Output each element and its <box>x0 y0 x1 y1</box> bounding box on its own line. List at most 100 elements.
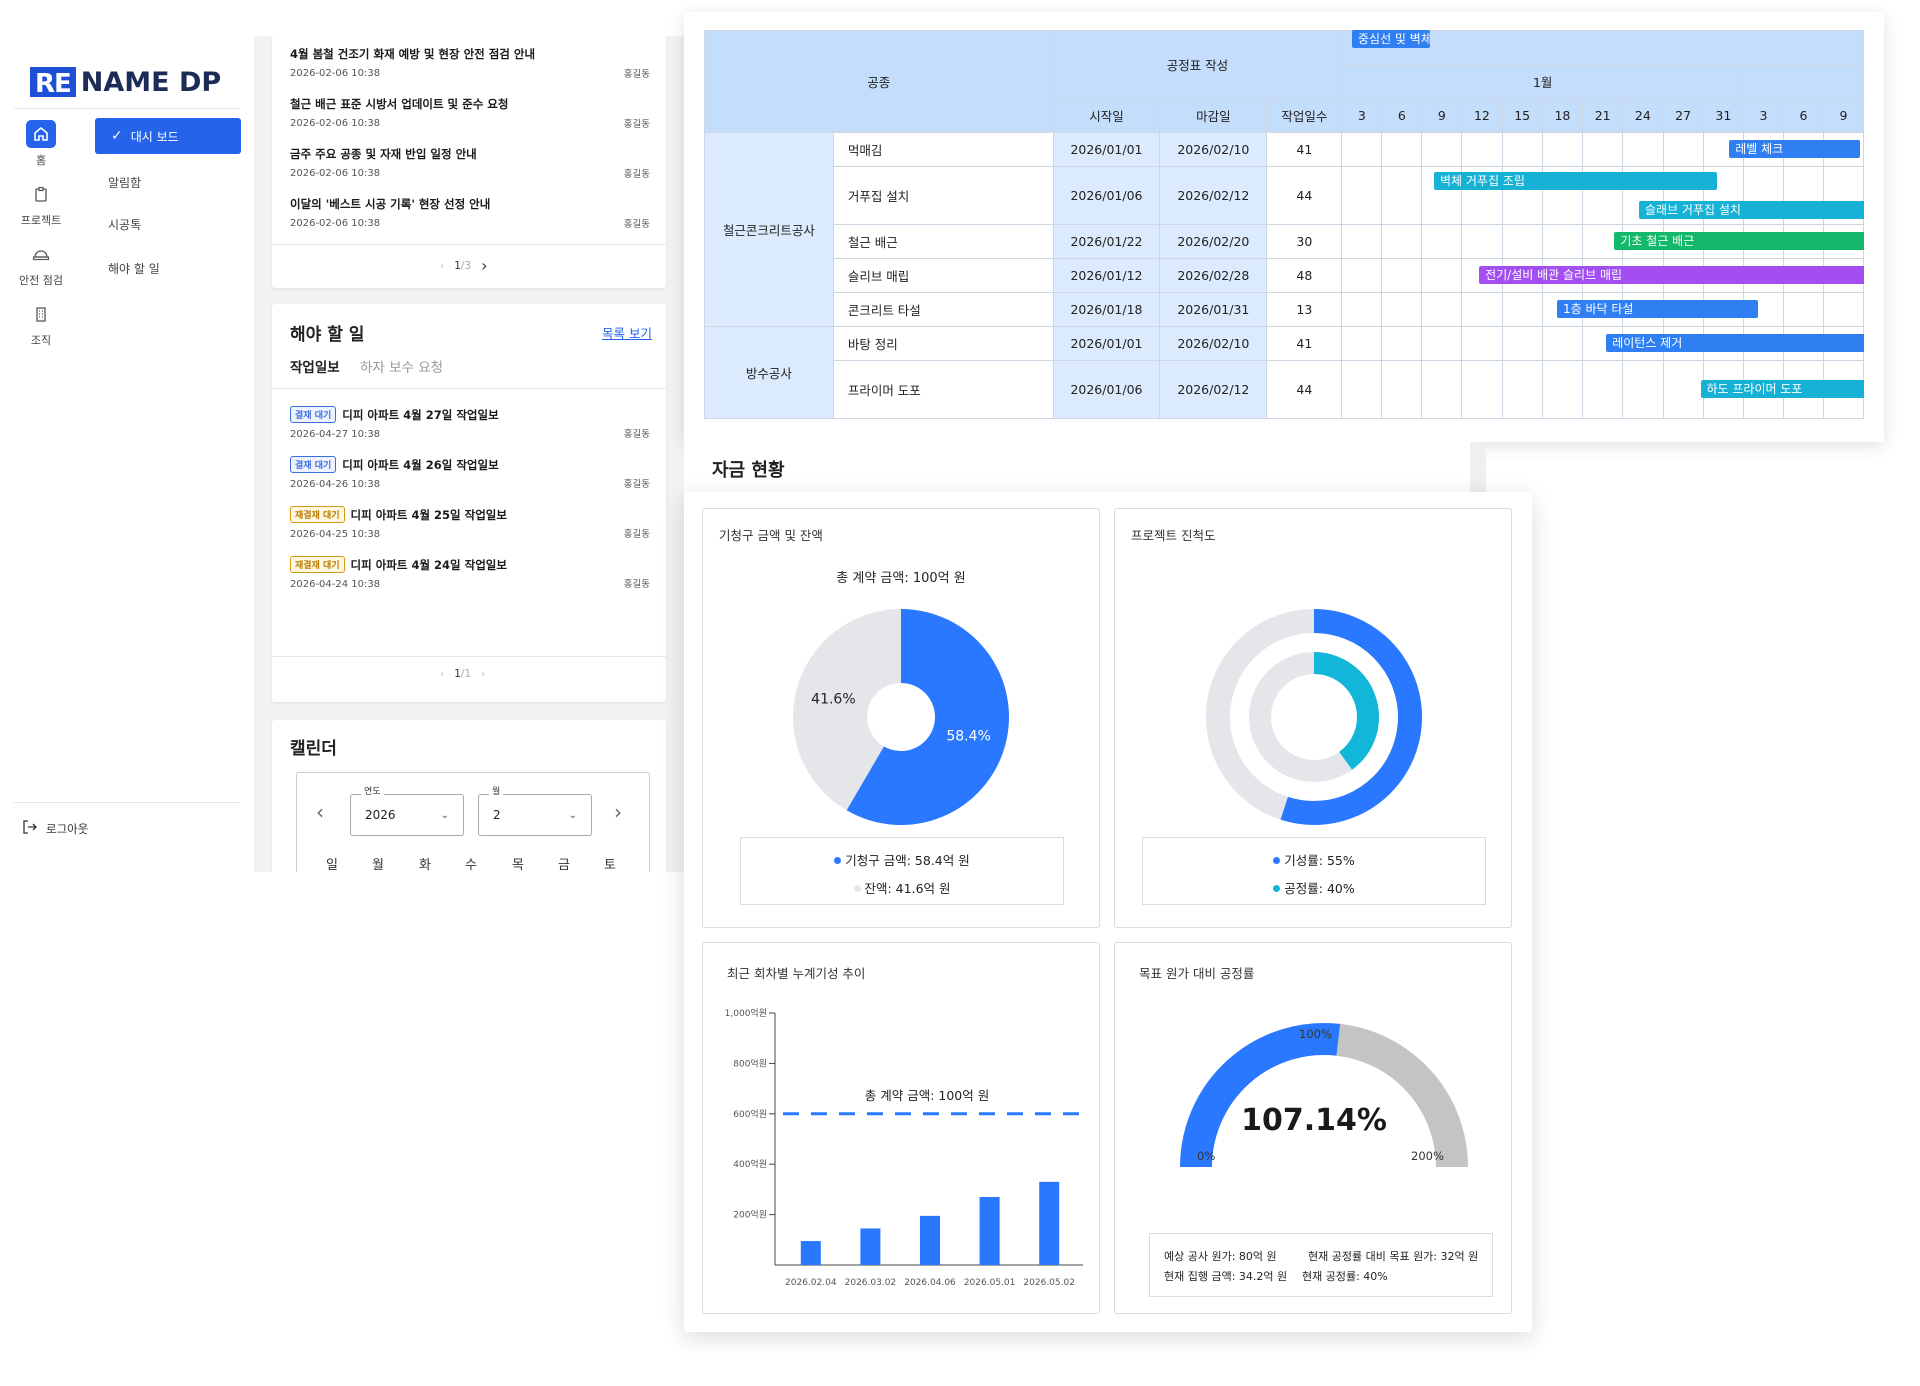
brand-logo[interactable]: RE NAME DP <box>30 64 221 100</box>
billing-title: 기청구 금액 및 잔액 <box>719 528 823 543</box>
tab-daily-report[interactable]: 작업일보 <box>290 356 340 376</box>
todo-item-date: 2026-04-25 10:38 <box>290 529 381 540</box>
day-col: 9 <box>1421 98 1463 133</box>
rail-item-project[interactable]: 프로젝트 <box>11 180 71 228</box>
clipboard-icon <box>26 180 56 208</box>
notice-date: 2026-02-06 10:38 <box>290 118 381 129</box>
rail-item-home[interactable]: 홈 <box>11 120 71 168</box>
gantt-bar[interactable]: 기초 철근 배근 <box>1614 232 1864 250</box>
todo-item[interactable]: 결재 대기 디피 아파트 4월 27일 작업일보 2026-04-27 10:38… <box>290 406 650 440</box>
day-cell <box>1501 224 1543 259</box>
logout-button[interactable]: 로그아웃 <box>22 820 88 838</box>
day-cell <box>1421 326 1463 361</box>
rail-item-safety[interactable]: 안전 점검 <box>11 240 71 288</box>
status-badge: 재결재 대기 <box>290 506 345 523</box>
todo-item-title: 디피 아파트 4월 25일 작업일보 <box>350 508 507 522</box>
weekday-mon: 월 <box>372 858 384 873</box>
header-start: 시작일 <box>1052 98 1161 133</box>
status-badge: 결재 대기 <box>290 456 337 473</box>
submenu-item-inbox[interactable]: 알림함 <box>108 174 141 191</box>
notice-item[interactable]: 철근 배근 표준 시방서 업데이트 및 준수 요청 2026-02-06 10:… <box>290 96 650 130</box>
view-list-link[interactable]: 목록 보기 <box>602 323 652 342</box>
gauge-max-label: 200% <box>1411 1149 1444 1163</box>
day-cell <box>1782 292 1824 327</box>
gantt-row[interactable]: 철근콘크리트공사 먹매김 2026/01/01 2026/02/10 41 <box>704 132 1864 327</box>
next-month-icon[interactable]: › <box>614 800 622 824</box>
gantt-bar[interactable]: 레이턴스 제거 <box>1606 334 1864 352</box>
day-cell <box>1341 292 1383 327</box>
gantt-bar[interactable]: 슬래브 거푸집 설치 <box>1639 200 1864 219</box>
task-name: 철근 배근 <box>832 224 1054 259</box>
dashboard-label: 대시 보드 <box>130 129 179 144</box>
weekday-tue: 화 <box>419 858 431 873</box>
info-expected-cost: 예상 공사 원가: 80억 원 <box>1164 1250 1277 1263</box>
bar[interactable] <box>860 1228 881 1265</box>
end-date: 2026/02/10 <box>1159 132 1268 167</box>
helmet-icon <box>26 240 56 268</box>
rail-label: 안전 점검 <box>19 274 63 287</box>
check-icon: ✓ <box>111 128 123 144</box>
day-col: 6 <box>1782 98 1824 133</box>
dashboard-menu-button[interactable]: ✓ 대시 보드 <box>95 118 241 154</box>
legend-item: 기성률: 55% <box>1143 850 1485 869</box>
task-name: 먹매김 <box>832 132 1054 167</box>
prev-month-icon[interactable]: ‹ <box>316 800 324 824</box>
divider <box>272 388 666 389</box>
bar[interactable] <box>1039 1181 1060 1265</box>
rail-item-org[interactable]: 조직 <box>11 300 71 348</box>
weekday-fri: 금 <box>558 858 570 873</box>
prev-page-icon[interactable]: ‹ <box>440 260 444 272</box>
day-col: 6 <box>1381 98 1423 133</box>
notice-author: 홍길동 <box>623 119 650 130</box>
status-badge: 재결재 대기 <box>290 556 345 573</box>
bar[interactable] <box>800 1241 821 1265</box>
next-page-icon[interactable]: › <box>481 256 487 275</box>
day-cell <box>1461 360 1503 419</box>
dashboard-content: 4월 봄철 건조기 화재 예방 및 현장 안전 점검 안내 2026-02-06… <box>254 36 684 872</box>
bar[interactable] <box>920 1215 940 1265</box>
legend-dot <box>853 885 861 892</box>
calendar-card: 캘린더 ‹ › 연도 2026 ⌄ 월 2 ⌄ <box>272 720 666 872</box>
notice-item[interactable]: 4월 봄철 건조기 화재 예방 및 현장 안전 점검 안내 2026-02-06… <box>290 46 650 80</box>
year-select[interactable]: 연도 2026 ⌄ <box>350 784 464 836</box>
todo-item[interactable]: 결재 대기 디피 아파트 4월 26일 작업일보 2026-04-26 10:38… <box>290 456 650 490</box>
gantt-table-wrapper: 공종 공정표 작성 1월 시작일 마감일 작업일수 3 6 9 12 15 18… <box>704 30 1864 424</box>
notice-card: 4월 봄철 건조기 화재 예방 및 현장 안전 점검 안내 2026-02-06… <box>272 36 666 288</box>
prev-page-icon[interactable]: ‹ <box>440 668 444 680</box>
day-cell <box>1662 360 1704 419</box>
task-name: 거푸집 설치 <box>832 166 1054 225</box>
gantt-bar[interactable]: 중심선 및 벽체선 먹매김 <box>1352 30 1430 48</box>
bar[interactable] <box>979 1196 1000 1265</box>
day-cell <box>1381 326 1423 361</box>
notice-item[interactable]: 금주 주요 공종 및 자재 반입 일정 안내 2026-02-06 10:38 … <box>290 146 650 180</box>
progress-legend: 기성률: 55% 공정률: 40% <box>1142 837 1486 905</box>
day-cell <box>1461 224 1503 259</box>
tab-defect-request[interactable]: 하자 보수 요청 <box>360 356 443 376</box>
day-cell <box>1421 258 1463 293</box>
day-col: 3 <box>1742 98 1784 133</box>
day-cell <box>1501 132 1543 167</box>
gantt-bar[interactable]: 하도 프라이머 도포 <box>1700 380 1864 398</box>
next-page-icon[interactable]: › <box>481 668 485 680</box>
home-icon <box>26 120 56 148</box>
work-days: 30 <box>1266 224 1343 259</box>
gantt-bar[interactable]: 레벨 체크 <box>1729 140 1861 158</box>
todo-item[interactable]: 재결재 대기 디피 아파트 4월 25일 작업일보 2026-04-25 10:3… <box>290 506 650 540</box>
day-cell <box>1541 132 1584 167</box>
month-select[interactable]: 월 2 ⌄ <box>478 784 592 836</box>
legend-item: 공정률: 40% <box>1143 878 1485 897</box>
submenu-item-talk[interactable]: 시공톡 <box>108 216 141 233</box>
fund-card: 기청구 금액 및 잔액 총 계약 금액: 100억 원 58.4% 41.6% 기… <box>684 492 1532 1332</box>
gantt-bar[interactable]: 1층 바닥 타설 <box>1557 300 1758 318</box>
todo-item[interactable]: 재결재 대기 디피 아파트 4월 24일 작업일보 2026-04-24 10:3… <box>290 556 650 590</box>
progress-title: 프로젝트 진척도 <box>1131 528 1216 543</box>
gantt-bar[interactable]: 벽체 거푸집 조립 <box>1434 171 1717 190</box>
submenu-item-todo[interactable]: 해야 할 일 <box>108 260 160 277</box>
legend-dot <box>1273 885 1281 892</box>
notice-item[interactable]: 이달의 '베스트 시공 기록' 현장 선정 안내 2026-02-06 10:3… <box>290 196 650 230</box>
gantt-row[interactable]: 프라이머 도포 2026/01/06 2026/02/12 44 <box>705 360 1864 419</box>
legend-item: 잔액: 41.6억 원 <box>741 878 1063 897</box>
gantt-bar[interactable]: 전기/설비 배관 슬리브 매립 <box>1479 266 1864 284</box>
day-cell <box>1341 166 1383 225</box>
work-days: 13 <box>1266 292 1343 327</box>
